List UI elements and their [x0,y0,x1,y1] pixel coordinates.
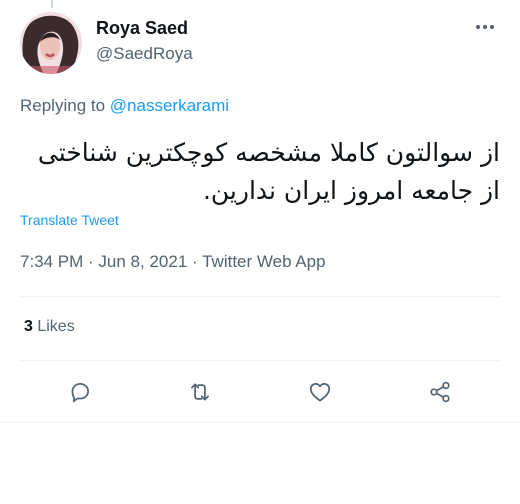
tweet-text-line: از جامعه امروز ایران ندارین. [202,176,500,205]
mention-link[interactable]: @nasserkarami [110,96,229,115]
action-bar [0,372,520,412]
tweet-date[interactable]: Jun 8, 2021 [98,252,187,271]
likes-label: Likes [32,318,75,335]
more-options-button[interactable] [474,20,496,32]
meta-separator: · [83,252,99,271]
tweet-text-line: از سوالتون کاملا مشخصه کوچکترین شناختی [37,138,500,167]
tweet-text: از سوالتون کاملا مشخصه کوچکترین شناختی ا… [20,134,500,210]
likes-count: 3 [24,318,33,335]
tweet-metadata: 7:34 PM · Jun 8, 2021 · Twitter Web App [20,252,326,272]
translate-tweet-link[interactable]: Translate Tweet [20,212,119,228]
source-app[interactable]: Twitter Web App [202,252,325,271]
heart-icon [309,383,331,402]
retweet-button[interactable] [180,372,220,412]
replying-to: Replying to @nasserkarami [20,96,229,116]
reply-button[interactable] [60,372,100,412]
author-name[interactable]: Roya Saed [96,18,188,39]
avatar-photo [20,12,82,74]
replying-to-label: Replying to [20,96,110,115]
tweet-time[interactable]: 7:34 PM [20,252,83,271]
share-icon [430,381,450,403]
author-handle[interactable]: @SaedRoya [96,44,193,64]
avatar[interactable] [20,12,82,74]
divider [20,360,500,361]
divider [0,422,520,423]
reply-icon [71,383,89,403]
likes-count-link[interactable]: 3 Likes [24,318,75,336]
like-button[interactable] [300,372,340,412]
more-horizontal-icon [476,25,494,29]
retweet-icon [191,383,209,401]
thread-connector-line [51,0,53,8]
divider [20,296,500,297]
share-button[interactable] [420,372,460,412]
meta-separator: · [187,252,203,271]
